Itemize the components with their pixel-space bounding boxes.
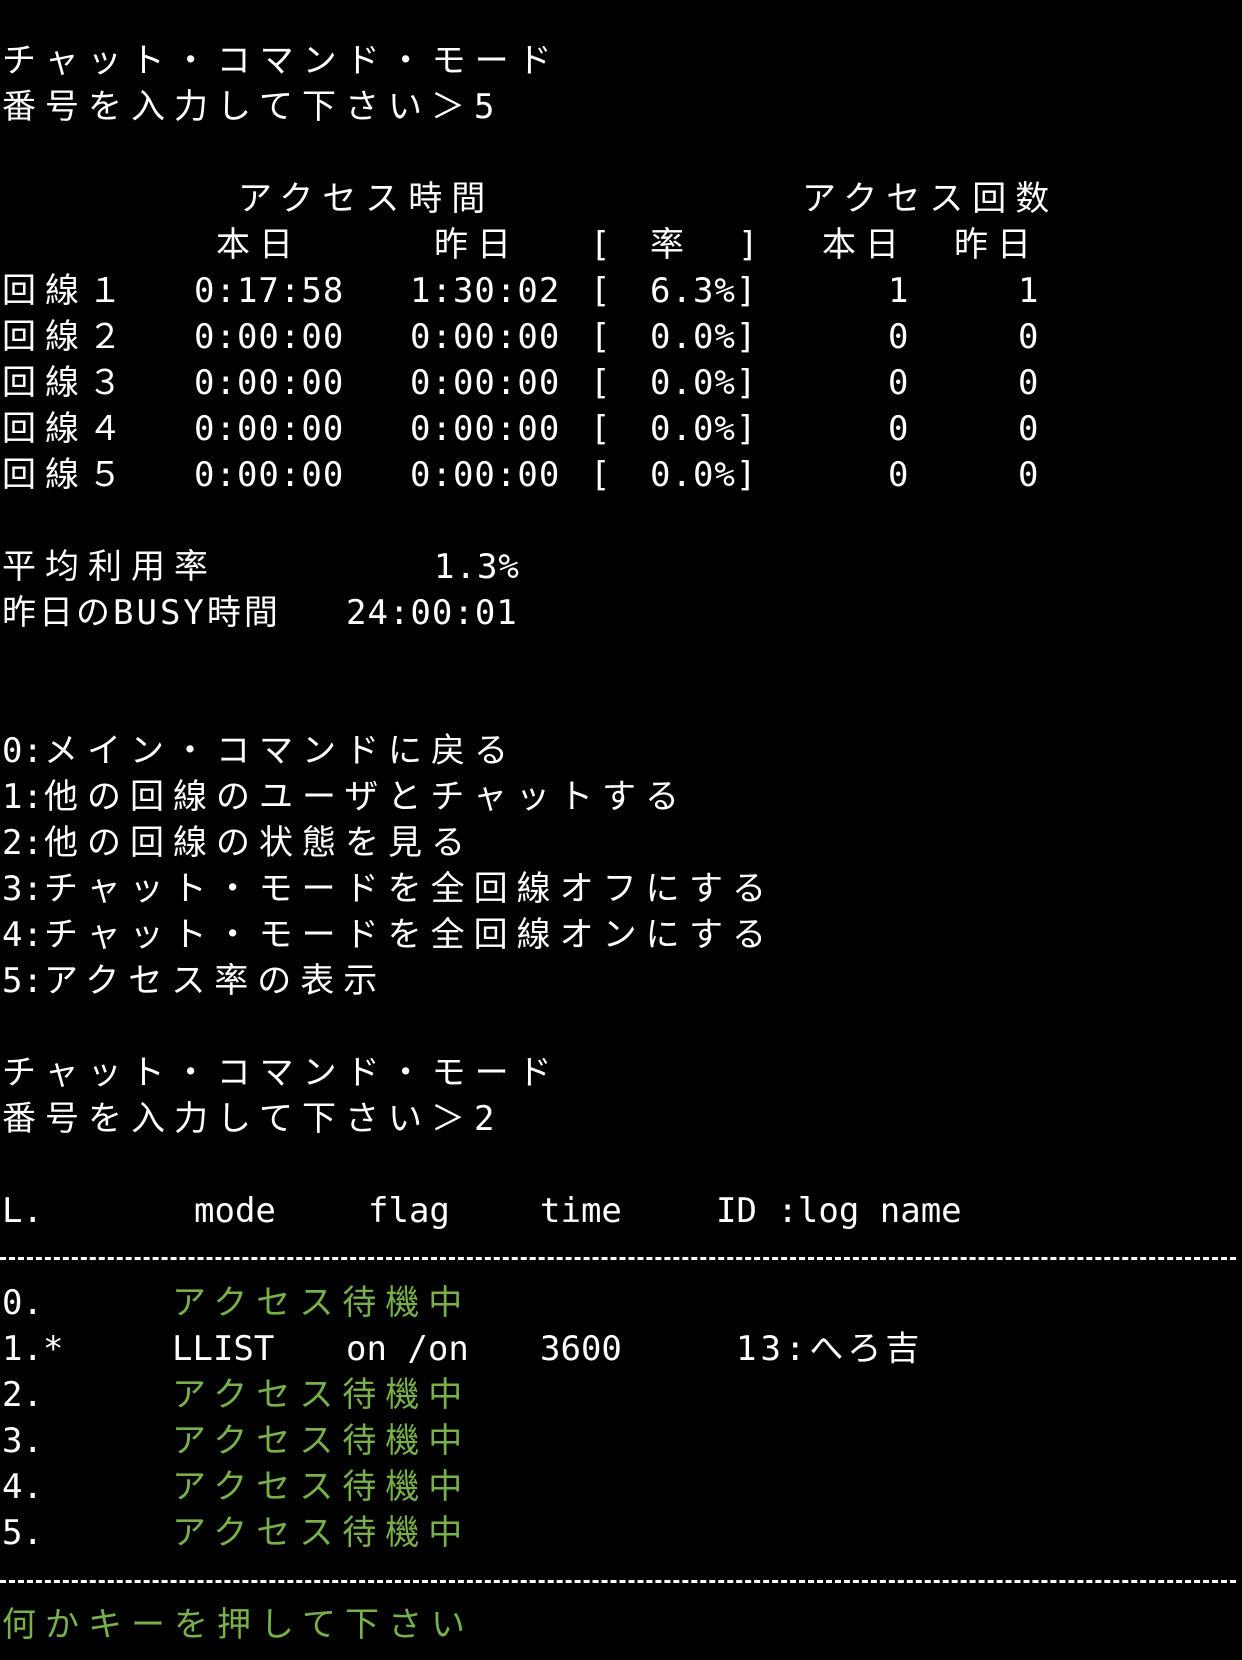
line-label: 回線３: [2, 363, 131, 403]
count-yesterday: 0: [1018, 409, 1039, 449]
yesterday-time: 0:00:00: [410, 317, 561, 357]
row-mode: アクセス待機中: [172, 1421, 472, 1461]
rate-bracket: [: [590, 409, 611, 449]
separator-bottom: [0, 1580, 1236, 1583]
menu-label: チャット・モードを全回線オンにする: [44, 915, 775, 955]
menu-label: 他の回線のユーザとチャットする: [44, 777, 688, 817]
col-count-yesterday-header: 昨日: [954, 225, 1040, 265]
rate-value: 0.0%]: [650, 455, 758, 495]
header-line: L.: [2, 1191, 43, 1231]
count-today: 0: [888, 317, 909, 357]
row-line: 0.: [2, 1283, 43, 1323]
row-mode: アクセス待機中: [172, 1467, 472, 1507]
busy-time-value: 24:00:01: [346, 593, 518, 633]
avg-usage-value: 1.3%: [434, 547, 520, 587]
line-label: 回線２: [2, 317, 131, 357]
busy-time-label: 昨日のBUSY時間: [2, 593, 281, 633]
line-label: 回線１: [2, 271, 131, 311]
header-time: time: [540, 1191, 622, 1231]
yesterday-time: 0:00:00: [410, 363, 561, 403]
col-yesterday-header: 昨日: [434, 225, 520, 265]
row-flag: on /on: [346, 1329, 469, 1369]
row-line: 1.*: [2, 1329, 64, 1369]
access-count-header: アクセス回数: [802, 179, 1059, 219]
menu-key: 3:: [2, 869, 43, 909]
today-time: 0:17:58: [194, 271, 345, 311]
input-prompt: 番号を入力して下さい＞2: [2, 1099, 504, 1139]
col-rate-close: ]: [738, 225, 759, 265]
header-flag: flag: [368, 1191, 450, 1231]
count-yesterday: 0: [1018, 455, 1039, 495]
mode-title: チャット・コマンド・モード: [2, 1053, 561, 1093]
yesterday-time: 0:00:00: [410, 409, 561, 449]
menu-key: 1:: [2, 777, 43, 817]
today-time: 0:00:00: [194, 317, 345, 357]
header-id-log: ID :log name: [716, 1191, 962, 1231]
rate-bracket: [: [590, 455, 611, 495]
col-rate-open: [: [590, 225, 611, 265]
menu-key: 4:: [2, 915, 43, 955]
row-mode: アクセス待機中: [172, 1513, 472, 1553]
terminal-screen: チャット・コマンド・モード 番号を入力して下さい＞5 アクセス時間 アクセス回数…: [0, 0, 1242, 1660]
rate-value: 0.0%]: [650, 363, 758, 403]
today-time: 0:00:00: [194, 455, 345, 495]
menu-label: メイン・コマンドに戻る: [44, 731, 517, 771]
rate-value: 6.3%]: [650, 271, 758, 311]
col-rate-header: 率: [650, 225, 693, 265]
menu-key: 2:: [2, 823, 43, 863]
col-today-header: 本日: [216, 225, 302, 265]
row-line: 4.: [2, 1467, 43, 1507]
line-label: 回線５: [2, 455, 131, 495]
menu-label: チャット・モードを全回線オフにする: [44, 869, 775, 909]
row-line: 5.: [2, 1513, 43, 1553]
menu-key: 0:: [2, 731, 43, 771]
count-today: 0: [888, 409, 909, 449]
separator-top: [0, 1257, 1236, 1260]
count-yesterday: 1: [1018, 271, 1039, 311]
press-key-prompt[interactable]: 何かキーを押して下さい: [2, 1602, 474, 1648]
rate-value: 0.0%]: [650, 317, 758, 357]
header-mode: mode: [194, 1191, 276, 1231]
menu-key: 5:: [2, 961, 43, 1001]
rate-bracket: [: [590, 363, 611, 403]
line-label: 回線４: [2, 409, 131, 449]
row-time: 3600: [540, 1329, 622, 1369]
row-line: 3.: [2, 1421, 43, 1461]
row-id-log: 13:へろ吉: [736, 1329, 924, 1369]
rate-bracket: [: [590, 317, 611, 357]
row-mode: アクセス待機中: [172, 1283, 472, 1323]
row-line: 2.: [2, 1375, 43, 1415]
today-time: 0:00:00: [194, 363, 345, 403]
count-yesterday: 0: [1018, 363, 1039, 403]
rate-value: 0.0%]: [650, 409, 758, 449]
input-prompt: 番号を入力して下さい＞5: [2, 87, 504, 127]
count-today: 0: [888, 363, 909, 403]
today-time: 0:00:00: [194, 409, 345, 449]
access-time-header: アクセス時間: [238, 179, 495, 219]
menu-label: 他の回線の状態を見る: [44, 823, 474, 863]
count-today: 0: [888, 455, 909, 495]
mode-title: チャット・コマンド・モード: [2, 41, 561, 81]
row-mode: LLIST: [172, 1329, 275, 1369]
rate-bracket: [: [590, 271, 611, 311]
yesterday-time: 0:00:00: [410, 455, 561, 495]
yesterday-time: 1:30:02: [410, 271, 561, 311]
count-today: 1: [888, 271, 909, 311]
menu-label: アクセス率の表示: [44, 961, 387, 1001]
col-count-today-header: 本日: [822, 225, 908, 265]
count-yesterday: 0: [1018, 317, 1039, 357]
row-mode: アクセス待機中: [172, 1375, 472, 1415]
avg-usage-label: 平均利用率: [2, 547, 217, 587]
